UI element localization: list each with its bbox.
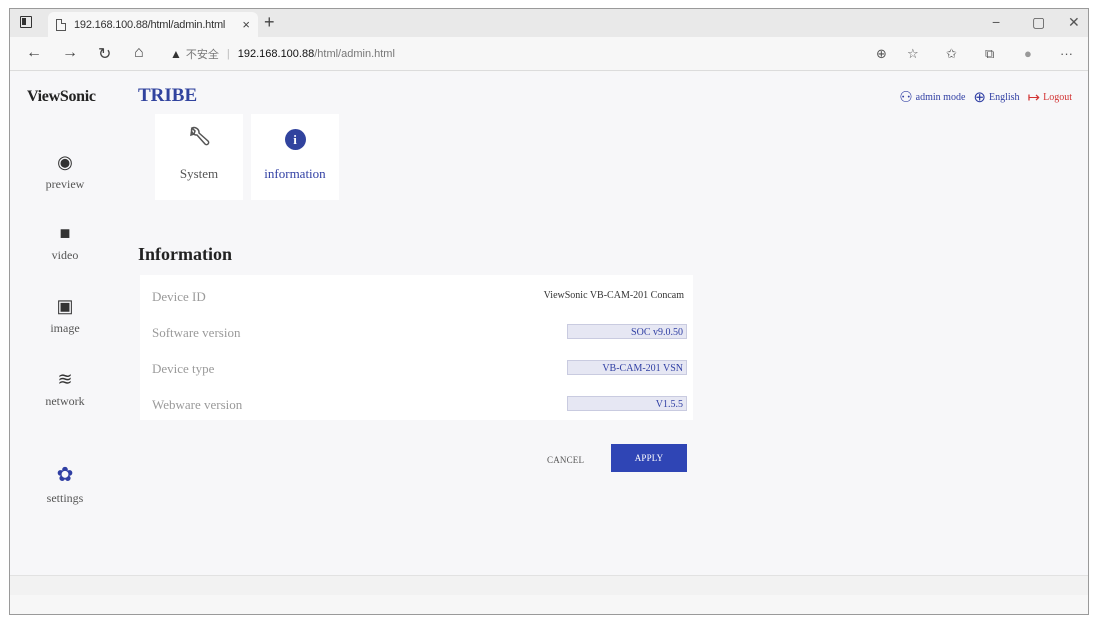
language-selector[interactable]: ⊕ English — [973, 88, 1019, 107]
forward-button[interactable]: → — [62, 44, 78, 62]
zoom-icon[interactable]: ⊕ — [876, 46, 887, 62]
webware-version-label: Webware version — [152, 397, 243, 412]
gear-icon: ✿ — [56, 464, 74, 486]
video-camera-icon: ■ — [59, 223, 71, 243]
software-version-value: SOC v9.0.50 — [567, 324, 687, 339]
language-label: English — [988, 92, 1020, 103]
device-id-label: Device ID — [152, 289, 206, 304]
tab-information[interactable]: i information — [251, 114, 339, 200]
globe-icon: ⊕ — [973, 90, 986, 106]
refresh-button[interactable]: ↻ — [98, 44, 111, 64]
favorites-icon[interactable]: ✩ — [946, 46, 957, 62]
tab-title: 192.168.100.88/html/admin.html — [74, 18, 226, 31]
logout-label: Logout — [1043, 92, 1072, 103]
wrench-icon — [155, 124, 243, 150]
info-row-device-type: Device type VB-CAM-201 VSN — [140, 351, 693, 387]
logout-icon: ↦ — [1027, 90, 1041, 106]
browser-tab[interactable]: 192.168.100.88/html/admin.html × — [48, 12, 258, 37]
more-icon[interactable]: ··· — [1060, 46, 1073, 61]
image-icon: ▣ — [56, 296, 74, 316]
admin-mode-label: admin mode — [915, 92, 966, 103]
favorite-add-icon[interactable]: ☆ — [907, 46, 919, 62]
admin-user-icon: ⚇ — [899, 90, 913, 106]
url-path: /html/admin.html — [314, 48, 395, 60]
info-row-device-id: Device ID ViewSonic VB-CAM-201 Concam — [140, 279, 693, 315]
viewsonic-logo: ViewSonic — [27, 88, 96, 105]
cancel-button[interactable]: CANCEL — [547, 455, 584, 465]
address-separator: | — [226, 48, 230, 60]
address-bar[interactable]: ▲ 不安全 | 192.168.100.88/html/admin.html — [170, 46, 395, 62]
eye-icon: ◉ — [57, 152, 73, 172]
warning-icon[interactable]: ▲ — [170, 47, 182, 61]
device-type-label: Device type — [152, 361, 215, 376]
section-title: Information — [138, 244, 232, 264]
apply-button[interactable]: APPLY — [611, 444, 687, 472]
wifi-icon: ≋ — [57, 369, 73, 389]
page-icon — [56, 18, 66, 31]
sidebar-item-label: image — [50, 321, 80, 335]
status-bar — [10, 575, 1088, 595]
back-button[interactable]: ← — [26, 44, 42, 62]
close-window-button[interactable]: ✕ — [1068, 14, 1080, 31]
tab-strip: 192.168.100.88/html/admin.html × + − ▢ ✕ — [10, 9, 1088, 37]
tab-system-label: System — [179, 166, 219, 181]
collections-icon[interactable]: ⧉ — [985, 46, 994, 62]
sidebar-item-video[interactable]: ■ video — [10, 223, 120, 263]
app-area: ViewSonic TRIBE ⚇ admin mode ⊕ English ↦… — [10, 72, 1088, 595]
info-row-software-version: Software version SOC v9.0.50 — [140, 315, 693, 351]
home-button[interactable]: ⌂ — [134, 44, 144, 62]
profile-icon[interactable]: ● — [1024, 46, 1032, 61]
information-card: Device ID ViewSonic VB-CAM-201 Concam So… — [140, 275, 693, 420]
security-label: 不安全 — [185, 49, 219, 61]
sidebar-item-settings[interactable]: ✿ settings — [10, 462, 120, 506]
device-type-value: VB-CAM-201 VSN — [567, 360, 687, 375]
software-version-label: Software version — [152, 325, 241, 340]
info-row-webware-version: Webware version V1.5.5 — [140, 387, 693, 423]
tab-close-icon[interactable]: × — [242, 17, 250, 32]
webware-version-value: V1.5.5 — [567, 396, 687, 411]
sidebar-item-label: video — [51, 248, 79, 262]
restore-button[interactable]: ▢ — [1032, 14, 1045, 31]
sidebar-item-label: preview — [45, 177, 85, 191]
sidebar-item-network[interactable]: ≋ network — [10, 369, 120, 409]
top-right-menu: ⚇ admin mode ⊕ English ↦ Logout — [891, 88, 1072, 107]
app-title: TRIBE — [138, 85, 198, 106]
sidebar-item-image[interactable]: ▣ image — [10, 296, 120, 336]
new-tab-button[interactable]: + — [264, 12, 275, 33]
tab-information-label: information — [264, 166, 326, 181]
admin-mode-link[interactable]: ⚇ admin mode — [899, 88, 965, 107]
sidebar-item-preview[interactable]: ◉ preview — [10, 152, 120, 192]
device-id-value: ViewSonic VB-CAM-201 Concam — [543, 290, 684, 301]
window-menu-icon[interactable] — [20, 16, 32, 28]
navigation-bar: ← → ↻ ⌂ ▲ 不安全 | 192.168.100.88/html/admi… — [10, 37, 1088, 71]
logout-link[interactable]: ↦ Logout — [1028, 88, 1072, 107]
tab-system[interactable]: System — [155, 114, 243, 200]
url-host: 192.168.100.88 — [237, 48, 315, 60]
sidebar-item-label: network — [45, 394, 85, 408]
minimize-button[interactable]: − — [992, 14, 1000, 30]
sidebar-item-label: settings — [46, 491, 84, 505]
info-icon: i — [251, 124, 339, 150]
browser-window: 192.168.100.88/html/admin.html × + − ▢ ✕… — [9, 8, 1089, 615]
